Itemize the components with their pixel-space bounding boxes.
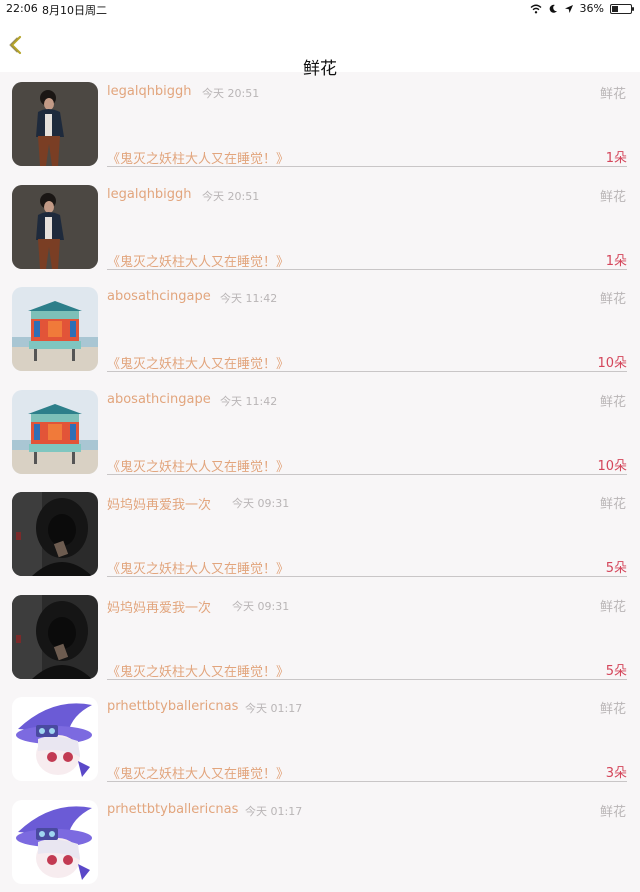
status-indicators: 36% <box>530 2 632 15</box>
user-avatar[interactable] <box>12 82 98 166</box>
gift-type-label: 鲜花 <box>600 186 626 205</box>
list-item[interactable]: prhettbtyballericnas 今天 01:17 鲜花 <box>0 790 640 892</box>
book-title-link[interactable]: 《鬼灭之妖柱大人又在睡觉！》 <box>107 763 289 782</box>
row-divider <box>107 474 627 475</box>
username[interactable]: prhettbtyballericnas <box>107 699 238 714</box>
user-avatar[interactable] <box>12 697 98 781</box>
moon-icon <box>548 4 558 14</box>
book-title-link[interactable]: 《鬼灭之妖柱大人又在睡觉！》 <box>107 148 289 167</box>
book-title-link[interactable]: 《鬼灭之妖柱大人又在睡觉！》 <box>107 661 289 680</box>
book-title-link[interactable]: 《鬼灭之妖柱大人又在睡觉！》 <box>107 558 289 577</box>
timestamp: 今天 20:51 <box>202 85 259 101</box>
flower-count: 5朵 <box>606 557 627 576</box>
list-item[interactable]: abosathcingape 今天 11:42 鲜花《鬼灭之妖柱大人又在睡觉！》 10… <box>0 277 640 380</box>
user-avatar[interactable] <box>12 800 98 884</box>
book-title-link[interactable]: 《鬼灭之妖柱大人又在睡觉！》 <box>107 456 289 475</box>
username[interactable]: abosathcingape <box>107 289 211 304</box>
username[interactable]: 妈坞妈再爱我一次 <box>107 597 211 616</box>
username[interactable]: prhettbtyballericnas <box>107 802 238 817</box>
battery-icon <box>610 4 632 14</box>
row-divider <box>107 576 627 577</box>
row-divider <box>107 371 627 372</box>
flower-count: 1朵 <box>606 147 627 166</box>
book-title-link[interactable]: 《鬼灭之妖柱大人又在睡觉！》 <box>107 353 289 372</box>
user-avatar[interactable] <box>12 287 98 371</box>
list-item[interactable]: prhettbtyballericnas 今天 01:17 鲜花《鬼灭之妖柱大人又在… <box>0 687 640 790</box>
list-item[interactable]: legalqhbiggh 今天 20:51 鲜花《鬼灭之妖柱大人又在睡觉！》 1朵 <box>0 175 640 278</box>
timestamp: 今天 11:42 <box>220 393 277 409</box>
flower-count: 10朵 <box>597 455 627 474</box>
book-title-link[interactable]: 《鬼灭之妖柱大人又在睡觉！》 <box>107 251 289 270</box>
flower-gift-list: legalqhbiggh今天 20:51鲜花《鬼灭之妖柱大人又在睡觉！》1朵 l… <box>0 72 640 892</box>
status-time: 22:06 <box>6 2 38 15</box>
row-divider <box>107 781 627 782</box>
status-bar: 22:06 8月10日周二 36% <box>0 0 640 18</box>
flower-count: 3朵 <box>606 762 627 781</box>
list-item[interactable]: abosathcingape 今天 11:42 鲜花《鬼灭之妖柱大人又在睡觉！》 10… <box>0 380 640 483</box>
gift-type-label: 鲜花 <box>600 801 626 820</box>
navigation-bar: 鲜花 <box>0 18 640 72</box>
gift-type-label: 鲜花 <box>600 596 626 615</box>
gift-type-label: 鲜花 <box>600 83 626 102</box>
timestamp: 今天 09:31 <box>232 598 289 614</box>
timestamp: 今天 09:31 <box>232 495 289 511</box>
list-item[interactable]: legalqhbiggh 今天 20:51 鲜花《鬼灭之妖柱大人又在睡觉！》 1朵 <box>0 72 640 175</box>
username[interactable]: abosathcingape <box>107 392 211 407</box>
battery-percent: 36% <box>580 2 604 15</box>
gift-type-label: 鲜花 <box>600 288 626 307</box>
timestamp: 今天 20:51 <box>202 188 259 204</box>
username[interactable]: 妈坞妈再爱我一次 <box>107 494 211 513</box>
timestamp: 今天 01:17 <box>245 700 302 716</box>
user-avatar[interactable] <box>12 185 98 269</box>
list-item[interactable]: 妈坞妈再爱我一次 今天 09:31 鲜花《鬼灭之妖柱大人又在睡觉！》 5朵 <box>0 482 640 585</box>
flower-count: 10朵 <box>597 352 627 371</box>
user-avatar[interactable] <box>12 595 98 679</box>
list-item[interactable]: 妈坞妈再爱我一次 今天 09:31 鲜花《鬼灭之妖柱大人又在睡觉！》 5朵 <box>0 585 640 688</box>
username[interactable]: legalqhbiggh <box>107 187 192 202</box>
timestamp: 今天 11:42 <box>220 290 277 306</box>
wifi-icon <box>530 4 542 14</box>
row-divider <box>107 269 627 270</box>
flower-count: 5朵 <box>606 660 627 679</box>
gift-type-label: 鲜花 <box>600 493 626 512</box>
status-date: 8月10日周二 <box>42 2 107 18</box>
user-avatar[interactable] <box>12 492 98 576</box>
user-avatar[interactable] <box>12 390 98 474</box>
username[interactable]: legalqhbiggh <box>107 84 192 99</box>
gift-type-label: 鲜花 <box>600 698 626 717</box>
location-arrow-icon <box>564 4 574 14</box>
flower-count: 1朵 <box>606 250 627 269</box>
row-divider <box>107 166 627 167</box>
gift-type-label: 鲜花 <box>600 391 626 410</box>
row-divider <box>107 679 627 680</box>
timestamp: 今天 01:17 <box>245 803 302 819</box>
